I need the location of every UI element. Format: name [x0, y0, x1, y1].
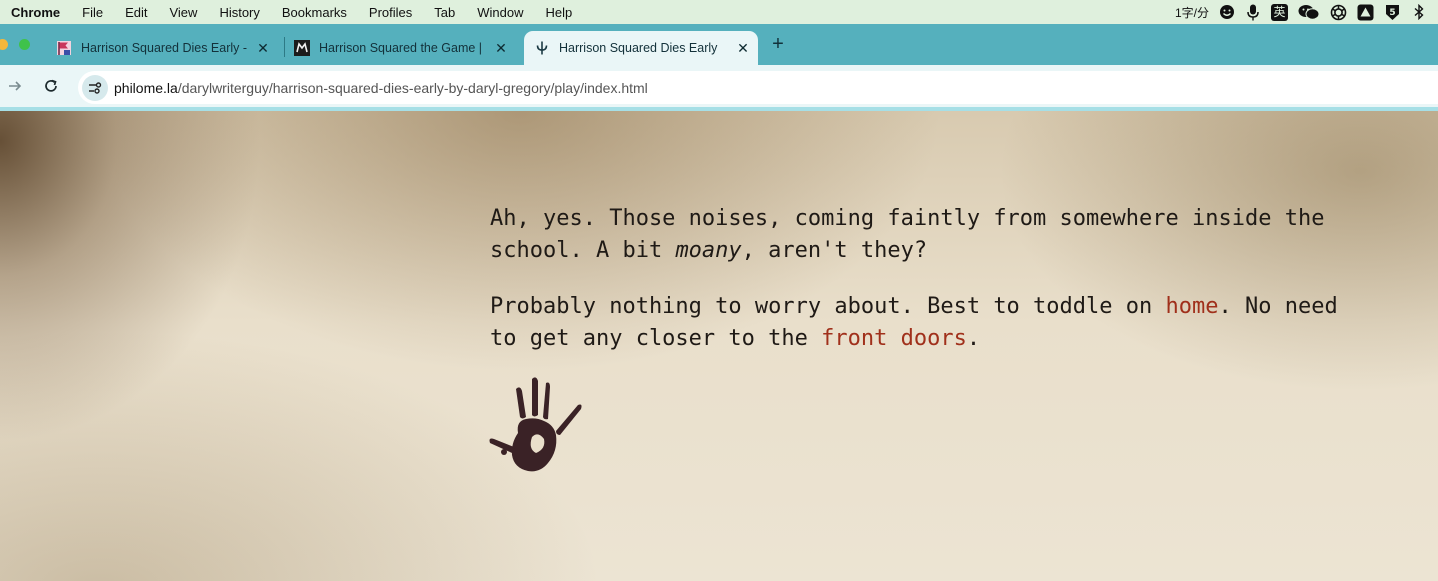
story-page: Ah, yes. Those noises, coming faintly fr…: [0, 111, 1438, 581]
menu-window[interactable]: Window: [466, 5, 534, 20]
address-bar[interactable]: philome.la/darylwriterguy/harrison-squar…: [78, 71, 1438, 104]
input-method-icon[interactable]: 英: [1266, 0, 1293, 24]
tab-harrison-dies-early-active[interactable]: Harrison Squared Dies Early ✕: [524, 31, 758, 65]
phi-icon: [536, 41, 548, 55]
menu-edit[interactable]: Edit: [114, 5, 158, 20]
minimize-window-button[interactable]: [0, 39, 8, 50]
tab-title: Harrison Squared Dies Early -: [81, 41, 248, 55]
close-icon[interactable]: ✕: [255, 40, 271, 56]
tab-harrison-dies-early-1[interactable]: Harrison Squared Dies Early - ✕: [56, 31, 271, 65]
menu-view[interactable]: View: [158, 5, 208, 20]
svg-text:5: 5: [1389, 8, 1395, 18]
browser-toolbar: philome.la/darylwriterguy/harrison-squar…: [0, 65, 1438, 111]
close-icon[interactable]: ✕: [735, 40, 751, 56]
front-doors-link[interactable]: front doors: [821, 326, 967, 351]
tab-harrison-game[interactable]: Harrison Squared the Game | ✕: [294, 31, 509, 65]
dark-logo-icon: [294, 40, 310, 56]
tab-strip: Harrison Squared Dies Early - ✕ Harrison…: [0, 24, 1438, 65]
home-link[interactable]: home: [1166, 294, 1219, 319]
story-paragraph-1: Ah, yes. Those noises, coming faintly fr…: [490, 203, 1370, 267]
input-method-label: 英: [1271, 3, 1288, 21]
close-icon[interactable]: ✕: [493, 40, 509, 56]
menu-file[interactable]: File: [71, 5, 114, 20]
face-icon[interactable]: [1214, 0, 1240, 24]
menu-help[interactable]: Help: [535, 5, 584, 20]
story-text: Probably nothing to worry about. Best to…: [490, 294, 1166, 319]
menu-bookmarks[interactable]: Bookmarks: [271, 5, 358, 20]
status-area: 1字/分 英 5: [1170, 0, 1438, 24]
openai-icon[interactable]: [1325, 0, 1352, 24]
url-path: /darylwriterguy/harrison-squared-dies-ea…: [177, 79, 648, 96]
url-text[interactable]: philome.la/darylwriterguy/harrison-squar…: [114, 80, 648, 96]
emphasis-text: moany: [675, 238, 742, 263]
s-icon[interactable]: 5: [1379, 0, 1406, 24]
tab-divider: [284, 37, 285, 57]
handprint-icon: [489, 377, 582, 472]
story-passage: Ah, yes. Those noises, coming faintly fr…: [490, 203, 1370, 379]
tab-title: Harrison Squared Dies Early: [559, 41, 718, 55]
story-text: , aren't they?: [741, 238, 928, 263]
pink-flag-icon: [57, 41, 71, 55]
new-tab-button[interactable]: +: [768, 34, 788, 54]
story-text: .: [966, 326, 981, 351]
menu-bar: Chrome File Edit View History Bookmarks …: [0, 0, 1438, 24]
bluetooth-icon[interactable]: [1406, 0, 1432, 24]
app-menu[interactable]: Chrome: [11, 5, 71, 20]
wechat-icon[interactable]: [1293, 0, 1325, 24]
zoom-window-button[interactable]: [19, 39, 30, 50]
site-info-icon[interactable]: [82, 74, 108, 101]
microphone-icon[interactable]: [1240, 0, 1266, 24]
menu-tab[interactable]: Tab: [423, 5, 466, 20]
story-paragraph-2: Probably nothing to worry about. Best to…: [490, 291, 1370, 355]
typing-speed-status[interactable]: 1字/分: [1170, 0, 1214, 24]
reload-icon[interactable]: [42, 77, 60, 95]
drive-icon[interactable]: [1352, 0, 1379, 24]
url-host: philome.la: [114, 79, 178, 96]
forward-icon[interactable]: [6, 77, 24, 95]
menu-profiles[interactable]: Profiles: [358, 5, 423, 20]
tab-title: Harrison Squared the Game |: [319, 41, 483, 55]
menu-history[interactable]: History: [208, 5, 270, 20]
